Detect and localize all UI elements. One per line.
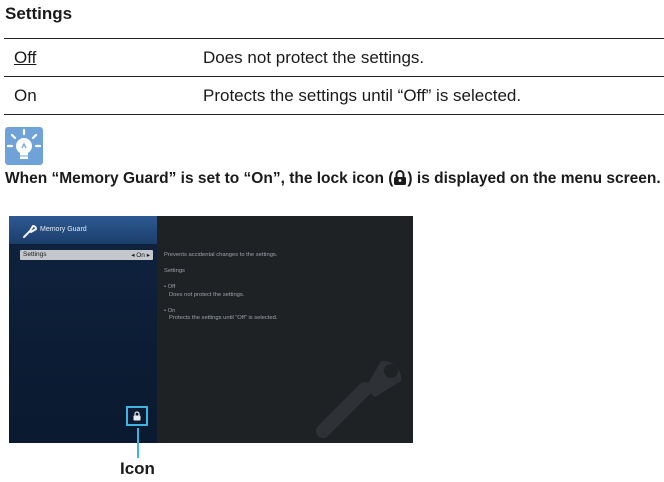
manual-page: Settings Off Does not protect the settin… [0,0,664,482]
menu-screen: Memory Guard Settings ◂ On ▸ Prevents ac… [9,216,413,443]
lock-icon [133,411,141,421]
info-on: • On Protects the settings until “Off” i… [164,308,404,322]
menu-info-panel: Prevents accidental changes to the setti… [164,252,404,331]
lock-icon [393,170,407,185]
settings-table: Off Does not protect the settings. On Pr… [4,38,664,115]
description-cell: Does not protect the settings. [203,47,425,67]
info-off-desc: Does not protect the settings. [169,291,245,298]
option-on-label: On [14,85,37,105]
table-row: Off Does not protect the settings. [4,38,664,77]
lightbulb-icon [5,127,43,165]
menu-title: Memory Guard [40,226,87,233]
menu-item-label: Settings [23,251,47,258]
lock-icon-highlight [126,406,148,426]
info-intro: Prevents accidental changes to the setti… [164,252,278,258]
option-cell: Off [4,39,203,77]
menu-item-settings[interactable]: Settings ◂ On ▸ [20,250,153,260]
option-off-label: Off [14,47,37,67]
menu-header: Memory Guard [9,216,157,244]
info-off-title: • Off [164,284,176,291]
section-title: Settings [5,4,73,23]
table-row: On Protects the settings until “Off” is … [4,76,664,115]
info-off: • Off Does not protect the settings. [164,284,404,298]
tip-text: When “Memory Guard” is set to “On”, the … [5,170,661,188]
callout-line [137,428,139,458]
background-wrench-icon [309,341,409,441]
info-on-desc: Protects the settings until “Off” is sel… [169,315,278,322]
tip-text-end: ) is displayed on the menu screen. [407,170,661,187]
description-cell: Protects the settings until “Off” is sel… [203,85,522,105]
callout-label: Icon [120,459,155,478]
tip-text-start: When “Memory Guard” is set to “On”, the … [5,170,394,187]
wrench-icon [22,223,38,239]
info-heading: Settings [164,268,185,275]
option-cell: On [4,77,203,115]
menu-item-value[interactable]: ◂ On ▸ [131,251,150,259]
info-on-title: • On [164,307,176,314]
